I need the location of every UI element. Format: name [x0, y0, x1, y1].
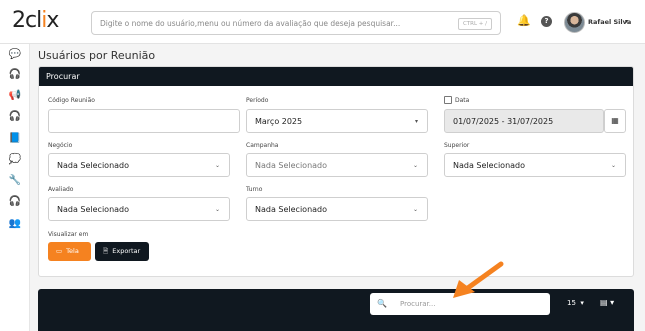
superior-label: Superior [444, 142, 470, 149]
book-icon[interactable]: 📘 [8, 131, 22, 145]
calendar-icon[interactable]: ▦ [604, 109, 626, 133]
codigo-input[interactable] [48, 109, 240, 133]
annotation-arrow-icon [453, 261, 504, 298]
chevron-down-icon: ⌄ [412, 206, 418, 213]
headset-icon[interactable]: 🎧 [8, 67, 22, 81]
user-menu-caret-icon[interactable]: ▾ [625, 18, 628, 25]
chevron-down-icon: ⌄ [214, 162, 220, 169]
headset-alt-icon[interactable]: 🎧 [8, 194, 22, 208]
help-icon[interactable]: ? [541, 16, 552, 27]
headphones-icon[interactable]: 🎧 [8, 109, 22, 123]
chevron-down-icon: ⌄ [610, 162, 616, 169]
search-shortcut-hint: CTRL + / [457, 18, 492, 30]
bell-icon[interactable]: 🔔 [517, 14, 531, 28]
megaphone-icon[interactable]: 📢 [8, 88, 22, 102]
turno-label: Turno [246, 186, 263, 193]
superior-select[interactable]: Nada Selecionado ⌄ [444, 153, 626, 177]
chevron-down-icon: ⌄ [214, 206, 220, 213]
file-icon: 🗎 [103, 247, 109, 255]
turno-select[interactable]: Nada Selecionado ⌄ [246, 197, 428, 221]
filter-panel: Procurar Código Reunião Período Março 20… [38, 66, 634, 277]
chat-question-icon[interactable]: 💭 [8, 152, 22, 166]
chevron-down-icon: ▾ [414, 118, 418, 125]
visualizar-label: Visualizar em [48, 231, 89, 238]
campanha-select[interactable]: Nada Selecionado ⌄ [246, 153, 428, 177]
results-toolbar: 🔍 Procurar... 15 ▾ ▤ ▾ [38, 289, 634, 331]
page-size-select[interactable]: 15 ▾ [567, 299, 584, 307]
data-range-input[interactable]: 01/07/2025 - 31/07/2025 [444, 109, 604, 133]
chevron-down-icon: ⌄ [412, 162, 418, 169]
periodo-select[interactable]: Março 2025 ▾ [246, 109, 428, 133]
avatar[interactable] [564, 12, 585, 33]
monitor-icon: ▭ [56, 247, 63, 255]
top-bar: 2clix Digite o nome do usuário,menu ou n… [0, 0, 645, 44]
avaliado-select[interactable]: Nada Selecionado ⌄ [48, 197, 230, 221]
wrench-icon[interactable]: 🔧 [8, 173, 22, 187]
sidebar: 💬 🎧 📢 🎧 📘 💭 🔧 🎧 👥 [0, 44, 30, 331]
users-icon[interactable]: 👥 [8, 216, 22, 230]
logo[interactable]: 2clix [12, 8, 59, 33]
exportar-button[interactable]: 🗎 Exportar [95, 242, 149, 261]
data-checkbox[interactable] [444, 96, 452, 104]
panel-title: Procurar [39, 67, 633, 86]
negocio-select[interactable]: Nada Selecionado ⌄ [48, 153, 230, 177]
avaliado-label: Avaliado [48, 186, 74, 193]
tela-button[interactable]: ▭ Tela [48, 242, 91, 261]
global-search-input[interactable]: Digite o nome do usuário,menu ou número … [91, 11, 501, 35]
codigo-label: Código Reunião [48, 97, 95, 104]
page-title: Usuários por Reunião [38, 49, 156, 62]
data-label: Data [455, 97, 470, 104]
chat-bubbles-icon[interactable]: 💬 [8, 47, 22, 61]
campanha-label: Campanha [246, 142, 279, 149]
search-icon[interactable]: 🔍 [370, 293, 394, 315]
negocio-label: Negócio [48, 142, 73, 149]
global-search-placeholder: Digite o nome do usuário,menu ou número … [100, 19, 401, 28]
columns-toggle-icon[interactable]: ▤ ▾ [600, 298, 614, 307]
periodo-label: Período [246, 97, 269, 104]
